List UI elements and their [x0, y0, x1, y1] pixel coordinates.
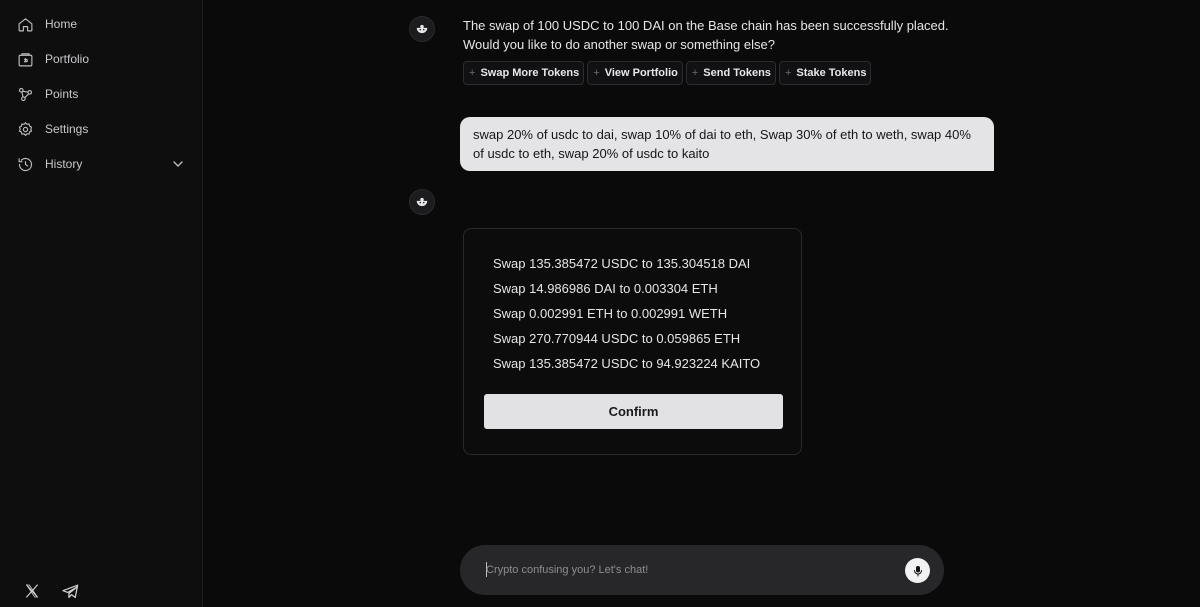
wallet-icon	[16, 50, 34, 68]
swap-line: Swap 135.385472 USDC to 135.304518 DAI	[493, 256, 751, 271]
assistant-avatar	[409, 16, 435, 42]
chat-input[interactable]	[486, 560, 886, 580]
sidebar-item-settings[interactable]: Settings	[16, 117, 188, 141]
home-icon	[16, 15, 34, 33]
sidebar-item-portfolio[interactable]: Portfolio	[16, 47, 188, 71]
sidebar-item-label: Settings	[45, 122, 89, 136]
sidebar-item-label: Portfolio	[45, 52, 90, 66]
sidebar-item-label: Home	[45, 17, 78, 31]
history-icon	[16, 155, 34, 173]
x-logo-icon[interactable]	[22, 581, 42, 601]
points-icon	[16, 85, 34, 103]
plus-icon: +	[784, 67, 792, 79]
swap-confirmation-card: Swap 135.385472 USDC to 135.304518 DAI S…	[463, 228, 802, 455]
sidebar-item-history[interactable]: History	[16, 152, 188, 176]
chip-label: Swap More Tokens	[480, 67, 580, 79]
telegram-icon[interactable]	[60, 581, 80, 601]
sidebar: Home Portfolio Points Settings History	[0, 0, 203, 607]
microphone-button[interactable]	[905, 558, 930, 583]
assistant-avatar	[409, 189, 435, 215]
chip-label: Stake Tokens	[796, 67, 867, 79]
gear-icon	[16, 120, 34, 138]
suggestion-chip-send-tokens[interactable]: + Send Tokens	[685, 61, 776, 85]
chat-input-bar	[460, 545, 944, 595]
social-links	[22, 581, 80, 601]
chip-label: Send Tokens	[703, 67, 771, 79]
assistant-message: The swap of 100 USDC to 100 DAI on the B…	[463, 16, 983, 54]
sidebar-item-home[interactable]: Home	[16, 12, 188, 36]
swap-line: Swap 270.770944 USDC to 0.059865 ETH	[493, 331, 741, 346]
swap-line: Swap 0.002991 ETH to 0.002991 WETH	[493, 306, 728, 321]
confirm-button[interactable]: Confirm	[484, 394, 783, 429]
suggestion-chip-stake-tokens[interactable]: + Stake Tokens	[778, 61, 872, 85]
assistant-logo-icon	[416, 197, 428, 207]
app-window: Home Portfolio Points Settings History T…	[0, 0, 1200, 607]
chevron-down-icon[interactable]	[170, 156, 186, 172]
swap-line: Swap 14.986986 DAI to 0.003304 ETH	[493, 281, 718, 296]
suggestion-chip-view-portfolio[interactable]: + View Portfolio	[587, 61, 683, 85]
swap-line: Swap 135.385472 USDC to 94.923224 KAITO	[493, 356, 761, 371]
chip-label: View Portfolio	[604, 67, 678, 79]
user-message: swap 20% of usdc to dai, swap 10% of dai…	[460, 117, 994, 171]
assistant-logo-icon	[416, 24, 428, 34]
plus-icon: +	[691, 67, 699, 79]
sidebar-item-label: History	[45, 157, 83, 171]
suggestion-chip-swap-more[interactable]: + Swap More Tokens	[463, 61, 585, 85]
sidebar-item-points[interactable]: Points	[16, 82, 188, 106]
sidebar-item-label: Points	[45, 87, 79, 101]
assistant-message-line: Would you like to do another swap or som…	[463, 37, 775, 52]
plus-icon: +	[593, 67, 600, 79]
suggestion-chips: + Swap More Tokens + View Portfolio + Send …	[463, 61, 872, 85]
assistant-message-line: The swap of 100 USDC to 100 DAI on the B…	[463, 18, 949, 33]
plus-icon: +	[469, 67, 476, 79]
microphone-icon	[913, 565, 922, 576]
